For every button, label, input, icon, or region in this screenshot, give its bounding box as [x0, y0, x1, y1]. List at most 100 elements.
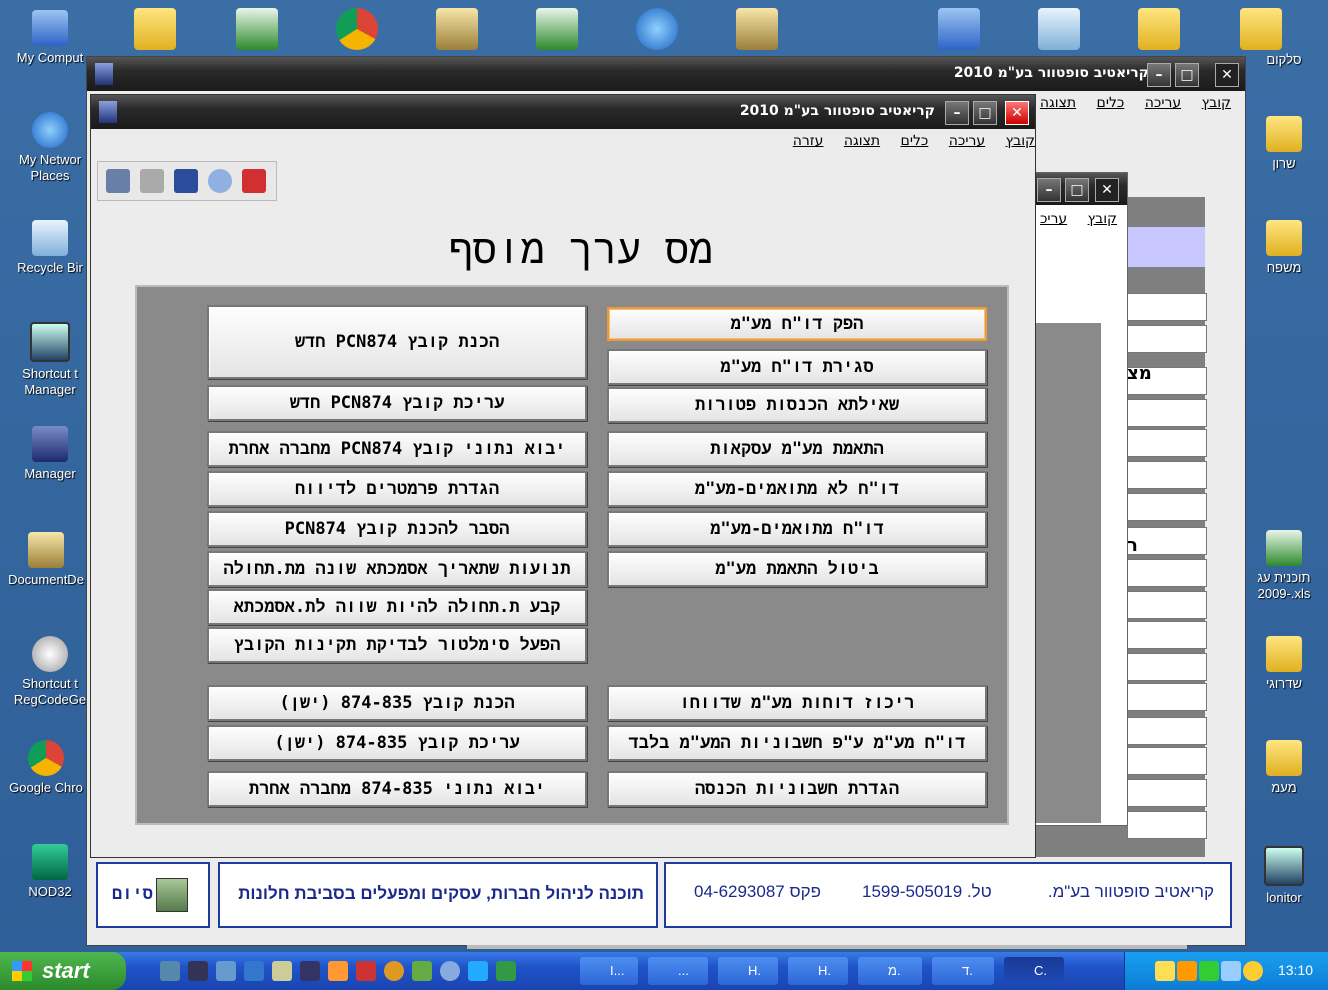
- taskbar-task-3[interactable]: H.: [718, 957, 778, 985]
- app-icon[interactable]: [328, 961, 348, 981]
- desktop-icon-recycle-bin[interactable]: Recycle Bir: [8, 220, 92, 276]
- back-window-scrollbar[interactable]: [467, 945, 1187, 949]
- excel-icon[interactable]: [536, 8, 578, 50]
- vat-by-invoices-button[interactable]: דו"ח מע"מ ע"פ חשבוניות המע"מ בלבד: [607, 725, 987, 761]
- import-874-835-button[interactable]: יבוא נתוני 874-835 מחברה אחרת: [207, 771, 587, 807]
- tray-icon[interactable]: [1243, 961, 1263, 981]
- pdf-icon[interactable]: [242, 169, 266, 193]
- desktop-icon-regcode[interactable]: Shortcut t RegCodeGe: [8, 636, 92, 708]
- app-icon[interactable]: [356, 961, 376, 981]
- menu-view[interactable]: תצוגה: [1040, 95, 1076, 111]
- minimize-button[interactable]: –: [1037, 178, 1061, 202]
- minimize-button[interactable]: –: [1147, 63, 1171, 87]
- app-icon[interactable]: [496, 961, 516, 981]
- app-icon[interactable]: [216, 961, 236, 981]
- menu-tools[interactable]: כלים: [1097, 95, 1125, 111]
- menu-file[interactable]: קובץ: [1202, 95, 1231, 111]
- shortcut-icon[interactable]: [436, 8, 478, 50]
- unmatched-vat-report-button[interactable]: דו"ח לא מתואמים-מע"מ: [607, 471, 987, 507]
- desktop-icon-chrome[interactable]: Google Chro: [4, 740, 88, 796]
- taskbar-task-7[interactable]: C.: [1004, 957, 1064, 985]
- produce-vat-report-button[interactable]: הפק דו"ח מע"מ: [607, 307, 987, 341]
- desktop-icon-monitor[interactable]: lonitor: [1244, 846, 1324, 906]
- exempt-income-query-button[interactable]: שאילתא הכנסות פטורות: [607, 387, 987, 423]
- back-window-row[interactable]: [1127, 527, 1207, 555]
- desktop-icon-shortcut-manager[interactable]: Shortcut t Manager: [8, 322, 92, 398]
- vat-reports-summary-button[interactable]: ריכוז דוחות מע"מ שדווחו: [607, 685, 987, 721]
- taskbar-task-1[interactable]: I...: [580, 957, 638, 985]
- maximize-button[interactable]: □: [1065, 178, 1089, 202]
- pcn874-help-button[interactable]: הסבר להכנת קובץ PCN874: [207, 511, 587, 547]
- matched-vat-report-button[interactable]: דו"ח מתואמים-מע"מ: [607, 511, 987, 547]
- back-window-row[interactable]: [1127, 811, 1207, 839]
- folder-icon[interactable]: [1138, 8, 1180, 50]
- back-window-row[interactable]: [1127, 559, 1207, 587]
- back-window-row[interactable]: [1127, 429, 1207, 457]
- desktop-icon-family[interactable]: משפח: [1244, 220, 1324, 276]
- app-icon[interactable]: [440, 961, 460, 981]
- taskbar-task-2[interactable]: ...: [648, 957, 708, 985]
- back-window-row[interactable]: [1127, 747, 1207, 775]
- app-icon[interactable]: [412, 961, 432, 981]
- ie-icon[interactable]: [468, 961, 488, 981]
- back-window-row[interactable]: [1127, 683, 1207, 711]
- close-button[interactable]: ✕: [1215, 63, 1239, 87]
- exit-icon[interactable]: [106, 169, 130, 193]
- desktop-icon-nod32[interactable]: NOD32: [8, 844, 92, 900]
- close-button[interactable]: ✕: [1005, 101, 1029, 125]
- taskbar-task-4[interactable]: H.: [788, 957, 848, 985]
- network-icon[interactable]: [636, 8, 678, 50]
- desktop-icon-sharon[interactable]: שרון: [1244, 116, 1324, 172]
- import-pcn874-button[interactable]: יבוא נתוני קובץ PCN874 מחברה אחרת: [207, 431, 587, 467]
- desktop-icon-maam[interactable]: מעמ: [1244, 740, 1324, 796]
- email-icon[interactable]: [134, 8, 176, 50]
- desktop-icon-document[interactable]: DocumentDe: [4, 532, 88, 588]
- menu-help[interactable]: עזרה: [793, 133, 824, 149]
- app-icon[interactable]: [272, 961, 292, 981]
- set-effective-date-button[interactable]: קבע ת.תחולה להיות שווה לת.אסמכתא: [207, 589, 587, 625]
- back-window-row[interactable]: [1127, 399, 1207, 427]
- calculator-icon[interactable]: [174, 169, 198, 193]
- menu-edit[interactable]: עריכ: [1040, 211, 1067, 227]
- shortcut-icon[interactable]: [736, 8, 778, 50]
- menu-edit[interactable]: עריכה: [949, 133, 985, 149]
- report-params-button[interactable]: הגדרת פרמטרים לדיווח: [207, 471, 587, 507]
- back-window-row[interactable]: [1127, 717, 1207, 745]
- word-icon[interactable]: [938, 8, 980, 50]
- date-mismatch-button[interactable]: תנועות שתאריך אסמכתא שונה מת.תחולה: [207, 551, 587, 587]
- maximize-button[interactable]: □: [1175, 63, 1199, 87]
- taskbar-task-6[interactable]: ד.: [932, 957, 994, 985]
- desktop-icon-my-computer[interactable]: My Comput: [8, 10, 92, 66]
- back-window-row[interactable]: [1127, 493, 1207, 521]
- edit-874-835-button[interactable]: עריכת קובץ 874-835 (ישן): [207, 725, 587, 761]
- maximize-button[interactable]: □: [973, 101, 997, 125]
- back-window-titlebar[interactable]: קריאטיב סופטוור בע"מ 2010 – □ ✕: [87, 57, 1245, 91]
- desktop-icon-manager[interactable]: Manager: [8, 426, 92, 482]
- start-button[interactable]: start: [0, 952, 126, 990]
- manager-icon[interactable]: [300, 961, 320, 981]
- desktop-icon-xls[interactable]: תוכנית עג -2009.xls: [1244, 530, 1324, 602]
- run-simulator-button[interactable]: הפעל סימלטור לבדיקת תקינות הקובץ: [207, 627, 587, 663]
- back-window-row[interactable]: [1127, 591, 1207, 619]
- desktop-icon-network[interactable]: My Networ Places: [8, 112, 92, 184]
- main-window[interactable]: קריאטיב סופטוור בע"מ 2010 – □ ✕ קובץ ערי…: [90, 94, 1036, 858]
- tray-icon[interactable]: [1177, 961, 1197, 981]
- vat-match-button[interactable]: התאמת מע"מ עסקאות: [607, 431, 987, 467]
- menu-edit[interactable]: עריכה: [1145, 95, 1181, 111]
- back-window-row[interactable]: [1127, 293, 1207, 321]
- edit-pcn874-button[interactable]: עריכת קובץ PCN874 חדש: [207, 385, 587, 421]
- cancel-vat-match-button[interactable]: ביטול התאמת מע"מ: [607, 551, 987, 587]
- network-icon[interactable]: [1221, 961, 1241, 981]
- desktop-icon-upgrades[interactable]: שדרוגי: [1244, 636, 1324, 692]
- create-pcn874-button[interactable]: הכנת קובץ PCN874 חדש: [207, 305, 587, 379]
- app-icon[interactable]: [244, 961, 264, 981]
- create-874-835-button[interactable]: הכנת קובץ 874-835 (ישן): [207, 685, 587, 721]
- document-icon[interactable]: [1038, 8, 1080, 50]
- close-vat-report-button[interactable]: סגירת דו"ח מע"מ: [607, 349, 987, 385]
- menu-view[interactable]: תצוגה: [844, 133, 880, 149]
- print-icon[interactable]: [140, 169, 164, 193]
- pen-icon[interactable]: [208, 169, 232, 193]
- exit-box[interactable]: סיום: [96, 862, 210, 928]
- ie-icon[interactable]: [160, 961, 180, 981]
- minimize-button[interactable]: –: [945, 101, 969, 125]
